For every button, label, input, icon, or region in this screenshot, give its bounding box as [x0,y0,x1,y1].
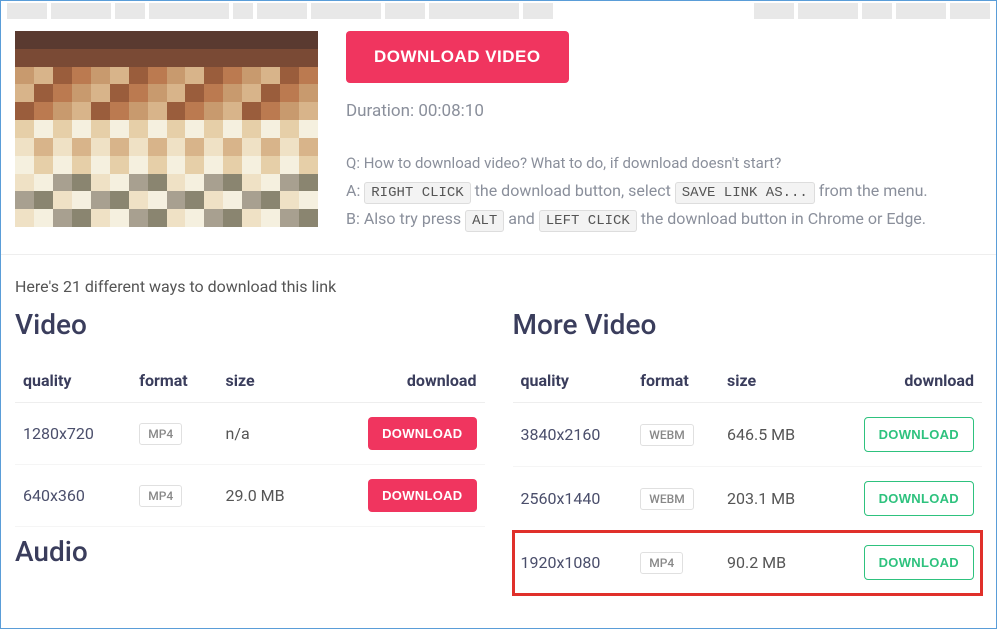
more-video-table: quality format size download 3840x2160 WE… [513,359,983,595]
a-mid1: the download button, select [471,181,675,200]
col-quality: quality [15,359,131,403]
b-mid: and [504,209,539,228]
cell-format: WEBM [632,467,719,531]
summary-text: Here's 21 different ways to download thi… [1,255,996,304]
table-row: 1920x1080 MP4 90.2 MB DOWNLOAD [513,531,983,595]
cell-quality: 1920x1080 [513,531,633,595]
q-text: How to download video? What to do, if do… [364,154,782,172]
table-row: 3840x2160 WEBM 646.5 MB DOWNLOAD [513,403,983,467]
instructions: Q: How to download video? What to do, if… [346,151,982,234]
col-size: size [218,359,319,403]
format-badge: MP4 [640,552,683,574]
cell-format: WEBM [632,403,719,467]
cell-download: DOWNLOAD [824,403,982,467]
download-video-button[interactable]: DOWNLOAD VIDEO [346,31,569,83]
col-format: format [632,359,719,403]
duration-label: Duration: 00:08:10 [346,101,982,121]
col-download: download [318,359,484,403]
cell-size: n/a [218,403,319,465]
download-button[interactable]: DOWNLOAD [864,417,974,452]
b-prefix: B: Also try press [346,209,465,228]
q-prefix: Q: [346,154,364,172]
format-badge: WEBM [640,488,693,510]
a-prefix: A: [346,181,364,200]
col-size: size [719,359,824,403]
cell-quality: 1280x720 [15,403,131,465]
heading-video: Video [15,308,485,341]
header-section: DOWNLOAD VIDEO Duration: 00:08:10 Q: How… [1,21,996,255]
cell-download: DOWNLOAD [824,467,982,531]
col-quality: quality [513,359,633,403]
top-pixelated-bar [1,1,996,21]
b-suffix: the download button in Chrome or Edge. [637,209,926,228]
video-table: quality format size download 1280x720 MP4… [15,359,485,527]
table-row: 2560x1440 WEBM 203.1 MB DOWNLOAD [513,467,983,531]
cell-size: 90.2 MB [719,531,824,595]
kbd-save-link-as: SAVE LINK AS... [675,182,815,204]
a-suffix1: from the menu. [815,181,928,200]
cell-format: MP4 [131,465,217,527]
video-thumbnail [15,31,318,227]
col-download: download [824,359,982,403]
cell-download: DOWNLOAD [318,465,484,527]
kbd-right-click: RIGHT CLICK [364,182,470,204]
video-column: Video quality format size download 1280x… [15,304,485,595]
heading-audio: Audio [15,535,485,568]
cell-quality: 640x360 [15,465,131,527]
cell-size: 203.1 MB [719,467,824,531]
download-button[interactable]: DOWNLOAD [864,481,974,516]
cell-download: DOWNLOAD [824,531,982,595]
download-button[interactable]: DOWNLOAD [864,545,974,580]
kbd-left-click: LEFT CLICK [539,210,637,232]
heading-more-video: More Video [513,308,983,341]
cell-quality: 3840x2160 [513,403,633,467]
cell-size: 29.0 MB [218,465,319,527]
cell-format: MP4 [632,531,719,595]
format-badge: MP4 [139,485,182,507]
info-column: DOWNLOAD VIDEO Duration: 00:08:10 Q: How… [346,31,982,234]
cell-size: 646.5 MB [719,403,824,467]
cell-format: MP4 [131,403,217,465]
download-button[interactable]: DOWNLOAD [368,417,476,450]
format-badge: WEBM [640,424,693,446]
download-button[interactable]: DOWNLOAD [368,479,476,512]
cell-quality: 2560x1440 [513,467,633,531]
kbd-alt: ALT [465,210,504,232]
table-row: 640x360 MP4 29.0 MB DOWNLOAD [15,465,485,527]
more-video-column: More Video quality format size download … [513,304,983,595]
table-row: 1280x720 MP4 n/a DOWNLOAD [15,403,485,465]
cell-download: DOWNLOAD [318,403,484,465]
format-badge: MP4 [139,423,182,445]
col-format: format [131,359,217,403]
